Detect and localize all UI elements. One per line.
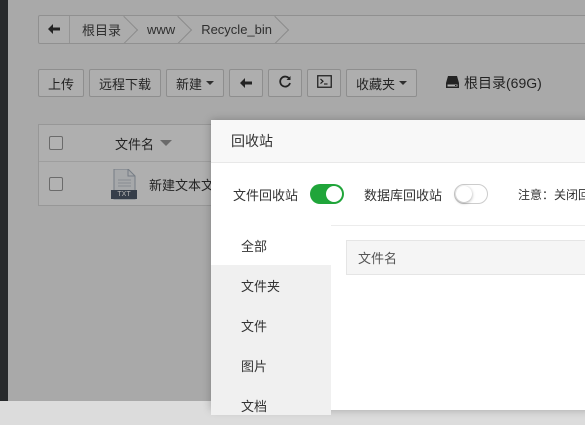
sidebar-item-all[interactable]: 全部 [211, 225, 331, 265]
toggle-knob [456, 186, 473, 202]
sidebar-item-label: 文件夹 [241, 278, 281, 294]
dialog-title: 回收站 [211, 120, 585, 163]
dialog-title-text: 回收站 [231, 133, 273, 149]
recycle-notice: 注意：关闭回 [518, 187, 585, 202]
sidebar-item-documents[interactable]: 文档 [211, 385, 331, 425]
sidebar-item-label: 全部 [241, 238, 268, 254]
sidebar-item-folders[interactable]: 文件夹 [211, 265, 331, 305]
column-header-filename-label: 文件名 [358, 251, 398, 266]
recycle-type-sidebar: 全部 文件夹 文件 图片 文档 [211, 225, 331, 415]
toggle-knob [326, 186, 343, 202]
file-recycle-label: 文件回收站 [233, 187, 299, 203]
sidebar-item-images[interactable]: 图片 [211, 345, 331, 385]
sidebar-item-label: 文件 [241, 318, 268, 334]
sidebar-item-label: 图片 [241, 358, 268, 374]
file-recycle-toggle[interactable] [310, 184, 345, 204]
recycle-table-header: 文件名 [346, 240, 585, 275]
recycle-switch-row: 文件回收站 数据库回收站 注意：关闭回 [211, 163, 585, 226]
db-recycle-toggle[interactable] [454, 184, 489, 204]
sidebar-item-label: 文档 [241, 398, 268, 414]
recycle-bin-dialog: 回收站 文件回收站 数据库回收站 注意：关闭回 全部 文件夹 文件 图片 文档 … [211, 120, 585, 415]
db-recycle-label: 数据库回收站 [364, 187, 443, 203]
sidebar-item-files[interactable]: 文件 [211, 305, 331, 345]
